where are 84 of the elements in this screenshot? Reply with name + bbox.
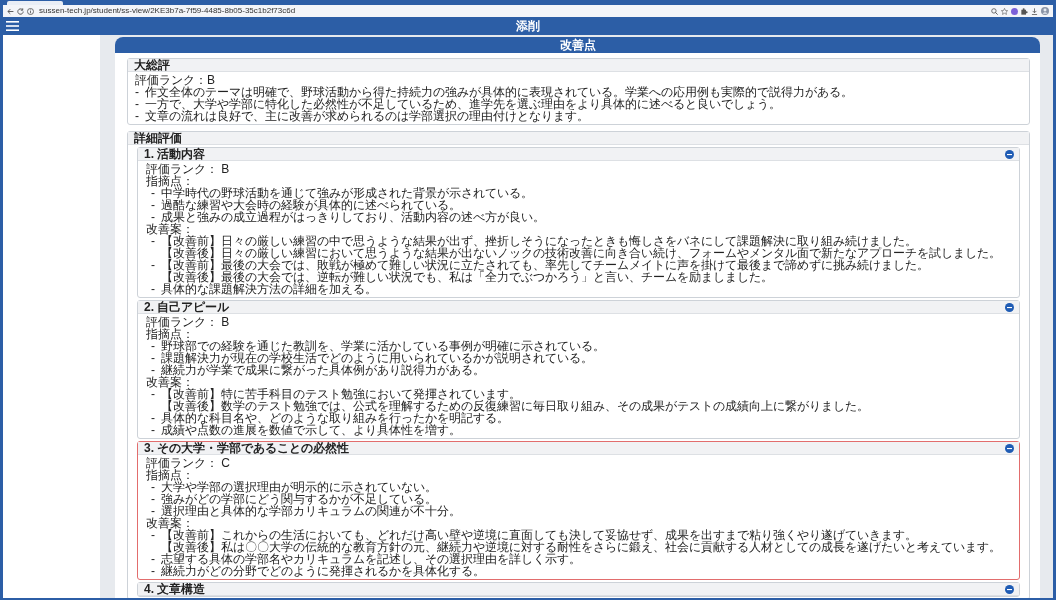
url-text[interactable]: sussen-tech.jp/student/ss-view/2KE3b7a-7f59-4485-8b05-35c1b2f73c6d: [39, 6, 296, 16]
section-title: 4. 文章構造: [144, 583, 206, 595]
download-icon[interactable]: [1031, 7, 1038, 15]
bullet-marker: -: [135, 98, 140, 110]
bullet-marker: -: [151, 259, 156, 274]
before-text: 【改善前】日々の厳しい練習の中で思うような結果が出ず、挫折しそうになったときも悔しさをバネにして課題解決に取り組み続けました。: [161, 235, 917, 247]
bullet-marker: -: [151, 352, 156, 364]
issues-label: 指摘点：: [146, 469, 195, 481]
bullet-marker: -: [151, 553, 156, 565]
bullet-marker: -: [151, 388, 155, 403]
list-item-text: 強みがどの学部にどう関与するかが不足している。: [161, 493, 437, 505]
list-item-text: 課題解決力が現在の学校生活でどのように用いられているかが説明されている。: [161, 352, 593, 364]
before-text: 【改善前】これからの生活においても、どれだけ高い壁や逆境に直面しても決して妥協せず、成果を出すまで粘り強くやり遂げていきます。: [161, 529, 917, 541]
puzzle-icon[interactable]: [1021, 7, 1028, 15]
bullet-marker: -: [151, 211, 155, 223]
list-item-text: 選択理由と具体的な学部カリキュラムの関連が不十分。: [161, 505, 461, 517]
after-text: 【改善後】数学のテスト勉強では、公式を理解するための反復練習に毎日取り組み、その成果がテストの成績向上に繋がりました。: [161, 400, 869, 412]
list-item-text: 志望する具体の学部名やカリキュラムを記述し、その選択理由を詳しく示す。: [161, 553, 581, 565]
menu-button[interactable]: [6, 21, 19, 31]
before-text: 【改善前】特に苦手科目のテスト勉強において発揮されています。: [161, 388, 521, 400]
list-item-text: 具体的な科目名や、どのような取り組みを行ったかを明記する。: [161, 412, 509, 424]
list-item-text: 一方で、大学や学部に特化した必然性が不足しているため、進学先を選ぶ理由をより具体的に述べると良いでしょう。: [145, 98, 781, 110]
before-text: 【改善前】最後の大会では、敗戦が極めて難しい状況に立たされても、率先してチームメイトに声を掛けて最後まで諦めずに挑み続けました。: [161, 259, 929, 271]
bullet-marker: -: [151, 493, 156, 505]
list-item-text: 中学時代の野球活動を通じて強みが形成された背景が示されている。: [161, 187, 533, 199]
rank-text: 評価ランク： B: [146, 316, 231, 328]
list-item-text: 継続力がどの分野でどのように発揮されるかを具体化する。: [161, 565, 485, 577]
bullet-marker: -: [151, 235, 155, 250]
list-item-text: 継続力が学業で成果に繋がった具体例があり説得力がある。: [161, 364, 485, 376]
list-item-text: 文章の流れは良好で、主に改善が求められるのは学部選択の理由付けとなります。: [145, 110, 589, 122]
bullet-marker: -: [135, 110, 140, 122]
list-item-text: 成果と強みの成立過程がはっきりしており、活動内容の述べ方が良い。: [161, 211, 545, 223]
minus-circle-icon: [1005, 584, 1014, 594]
collapse-button[interactable]: [1005, 149, 1014, 159]
minus-circle-icon: [1005, 149, 1014, 159]
list-item-text: 具体的な課題解決方法の詳細を加える。: [161, 283, 377, 295]
bullet-marker: -: [151, 529, 155, 544]
bullet-marker: -: [151, 187, 155, 199]
card-title: 大総評: [134, 59, 170, 71]
minus-circle-icon: [1005, 302, 1014, 312]
panel-title: 改善点: [559, 38, 596, 52]
bullet-marker: -: [151, 481, 155, 493]
bullet-marker: -: [151, 412, 156, 424]
rank-text: 評価ランク： C: [146, 457, 231, 469]
bullet-marker: -: [151, 283, 156, 295]
profile-avatar[interactable]: [1041, 7, 1049, 15]
rank-text: 評価ランク： B: [146, 163, 231, 175]
after-text: 【改善後】最後の大会では、逆転が難しい状況でも、私は「全力でぶつかろう」と言い、チームを励ましました。: [161, 271, 773, 283]
bullet-marker: -: [135, 86, 139, 98]
dot-icon[interactable]: [1011, 7, 1018, 15]
menu-icon: [6, 21, 19, 31]
improvements-label: 改善案：: [146, 517, 194, 529]
collapse-button[interactable]: [1005, 443, 1014, 453]
rank-text: 評価ランク：B: [135, 74, 216, 86]
collapse-button[interactable]: [1005, 302, 1014, 312]
list-item-text: 野球部での経験を通じた教訓を、学業に活かしている事例が明確に示されている。: [161, 340, 605, 352]
section-title: 1. 活動内容: [144, 148, 206, 160]
zoom-icon[interactable]: [991, 7, 998, 15]
reload-icon[interactable]: [17, 7, 24, 15]
list-item-text: 過酷な練習や大会時の経験が具体的に述べられている。: [161, 199, 461, 211]
app-title: 添削: [516, 19, 540, 33]
after-text: 【改善後】私は〇〇大学の伝統的な教育方針の元、継続力や逆境に対する耐性をさらに鍛え、社会に貢献する人材としての成長を遂げたいと考えています。: [161, 541, 1001, 553]
card-title: 詳細評価: [134, 132, 182, 144]
bullet-marker: -: [151, 340, 155, 352]
site-info-icon[interactable]: [27, 7, 34, 15]
bullet-marker: -: [151, 424, 156, 436]
list-item-text: 作文全体のテーマは明確で、野球活動から得た持続力の強みが具体的に表現されている。学業への応用例も実際的で説得力がある。: [145, 86, 853, 98]
list-item-text: 成績や点数の進展を数値で示して、より具体性を増す。: [161, 424, 461, 436]
bullet-marker: -: [151, 505, 155, 517]
bullet-marker: -: [151, 565, 156, 577]
bullet-marker: -: [151, 364, 155, 376]
issues-label: 指摘点：: [146, 328, 194, 340]
back-arrow-icon[interactable]: [7, 7, 14, 15]
star-icon[interactable]: [1001, 7, 1008, 15]
after-text: 【改善後】日々の厳しい練習において思うような結果が出ないノックの技術改善に向き合い続け、フォームやメンタル面で新たなアプローチを試しました。: [161, 247, 1001, 259]
section-title: 3. その大学・学部であることの必然性: [144, 442, 350, 454]
improvements-label: 改善案：: [146, 376, 194, 388]
list-item-text: 大学や学部の選択理由が明示的に示されていない。: [161, 481, 437, 493]
issues-label: 指摘点：: [146, 175, 194, 187]
bullet-marker: -: [151, 199, 156, 211]
collapse-button[interactable]: [1005, 584, 1014, 594]
section-title: 2. 自己アピール: [144, 301, 230, 313]
minus-circle-icon: [1005, 443, 1014, 453]
improvements-label: 改善案：: [146, 223, 194, 235]
